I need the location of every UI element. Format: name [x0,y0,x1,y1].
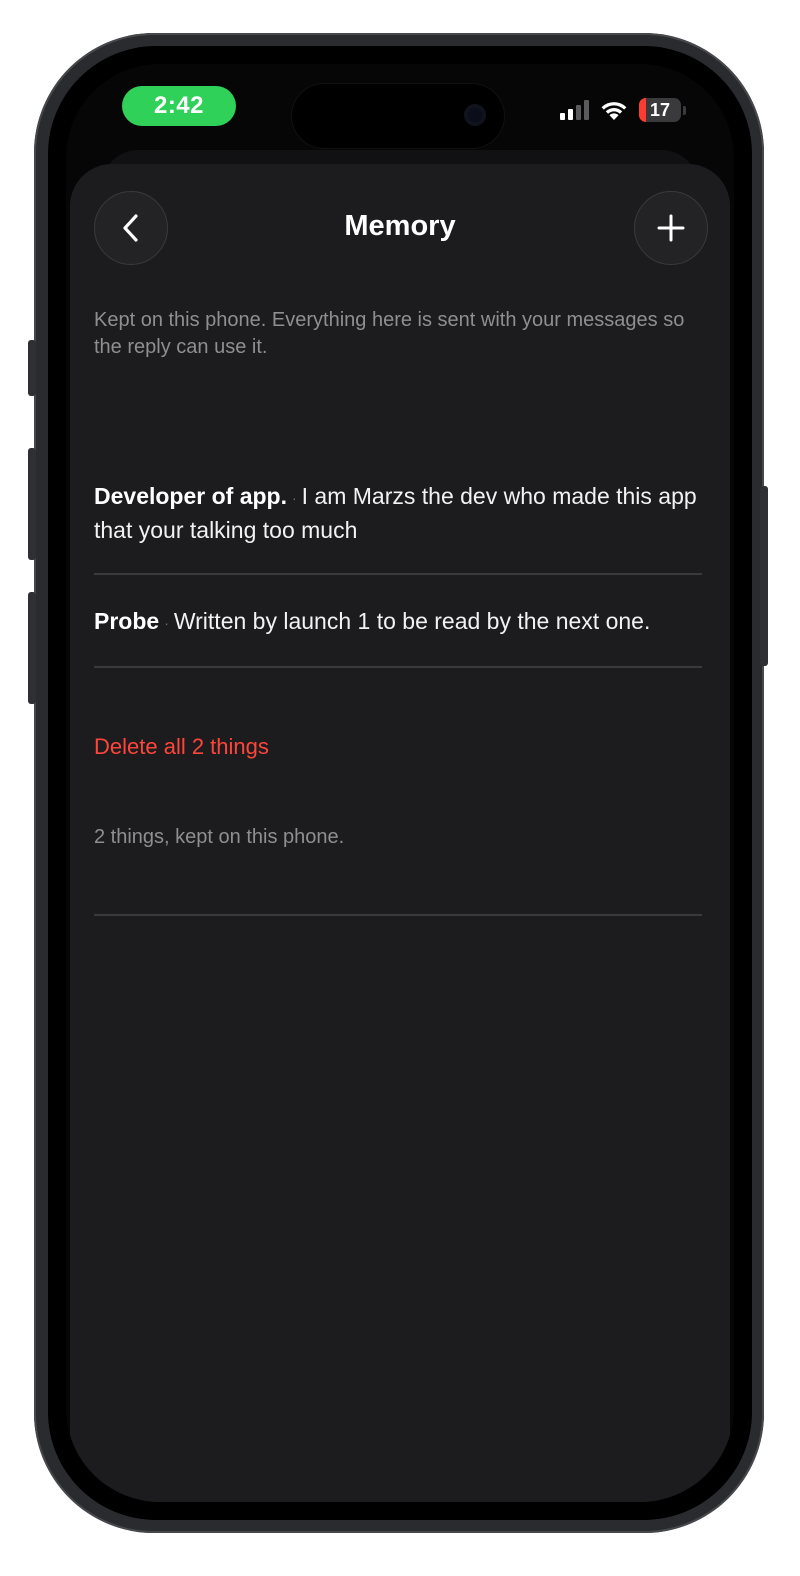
phone-screen: 2:42 17 Memory Kept on this phone. Every… [66,64,734,1502]
intro-text: Kept on this phone. Everything here is s… [94,309,685,358]
volume-up-button [28,448,36,560]
divider [94,914,702,916]
battery-fill [639,98,647,122]
memory-sheet: Memory Kept on this phone. Everything he… [70,164,730,1502]
memory-item[interactable]: Developer of app. · I am Marzs the dev who… [94,480,702,546]
dynamic-island [292,84,504,148]
divider [94,573,702,575]
plus-icon [657,214,685,242]
side-button [760,486,768,666]
action-button [28,340,36,396]
battery-icon: 17 [639,98,681,122]
cellular-signal-icon [560,100,589,120]
camera-icon [464,104,486,126]
delete-all-button[interactable]: Delete all 2 things [94,734,269,760]
memory-item[interactable]: Probe · Written by launch 1 to be read by … [94,605,702,639]
wifi-icon [601,102,627,120]
add-memory-button[interactable] [634,191,708,265]
page-title: Memory [344,210,456,242]
memory-text: Written by launch 1 to be read by the ne… [173,608,651,634]
battery-level: 17 [649,99,671,120]
volume-down-button [28,592,36,704]
status-time[interactable]: 2:42 [122,86,236,126]
separator-dot: · [164,614,169,631]
divider [94,666,702,668]
footer-note: 2 things, kept on this phone. [94,826,345,848]
memory-label: Developer of app. [94,483,287,509]
memory-label: Probe [94,608,160,634]
battery-tip [683,105,686,115]
status-indicators: 17 [560,98,686,122]
separator-dot: · [291,489,297,506]
